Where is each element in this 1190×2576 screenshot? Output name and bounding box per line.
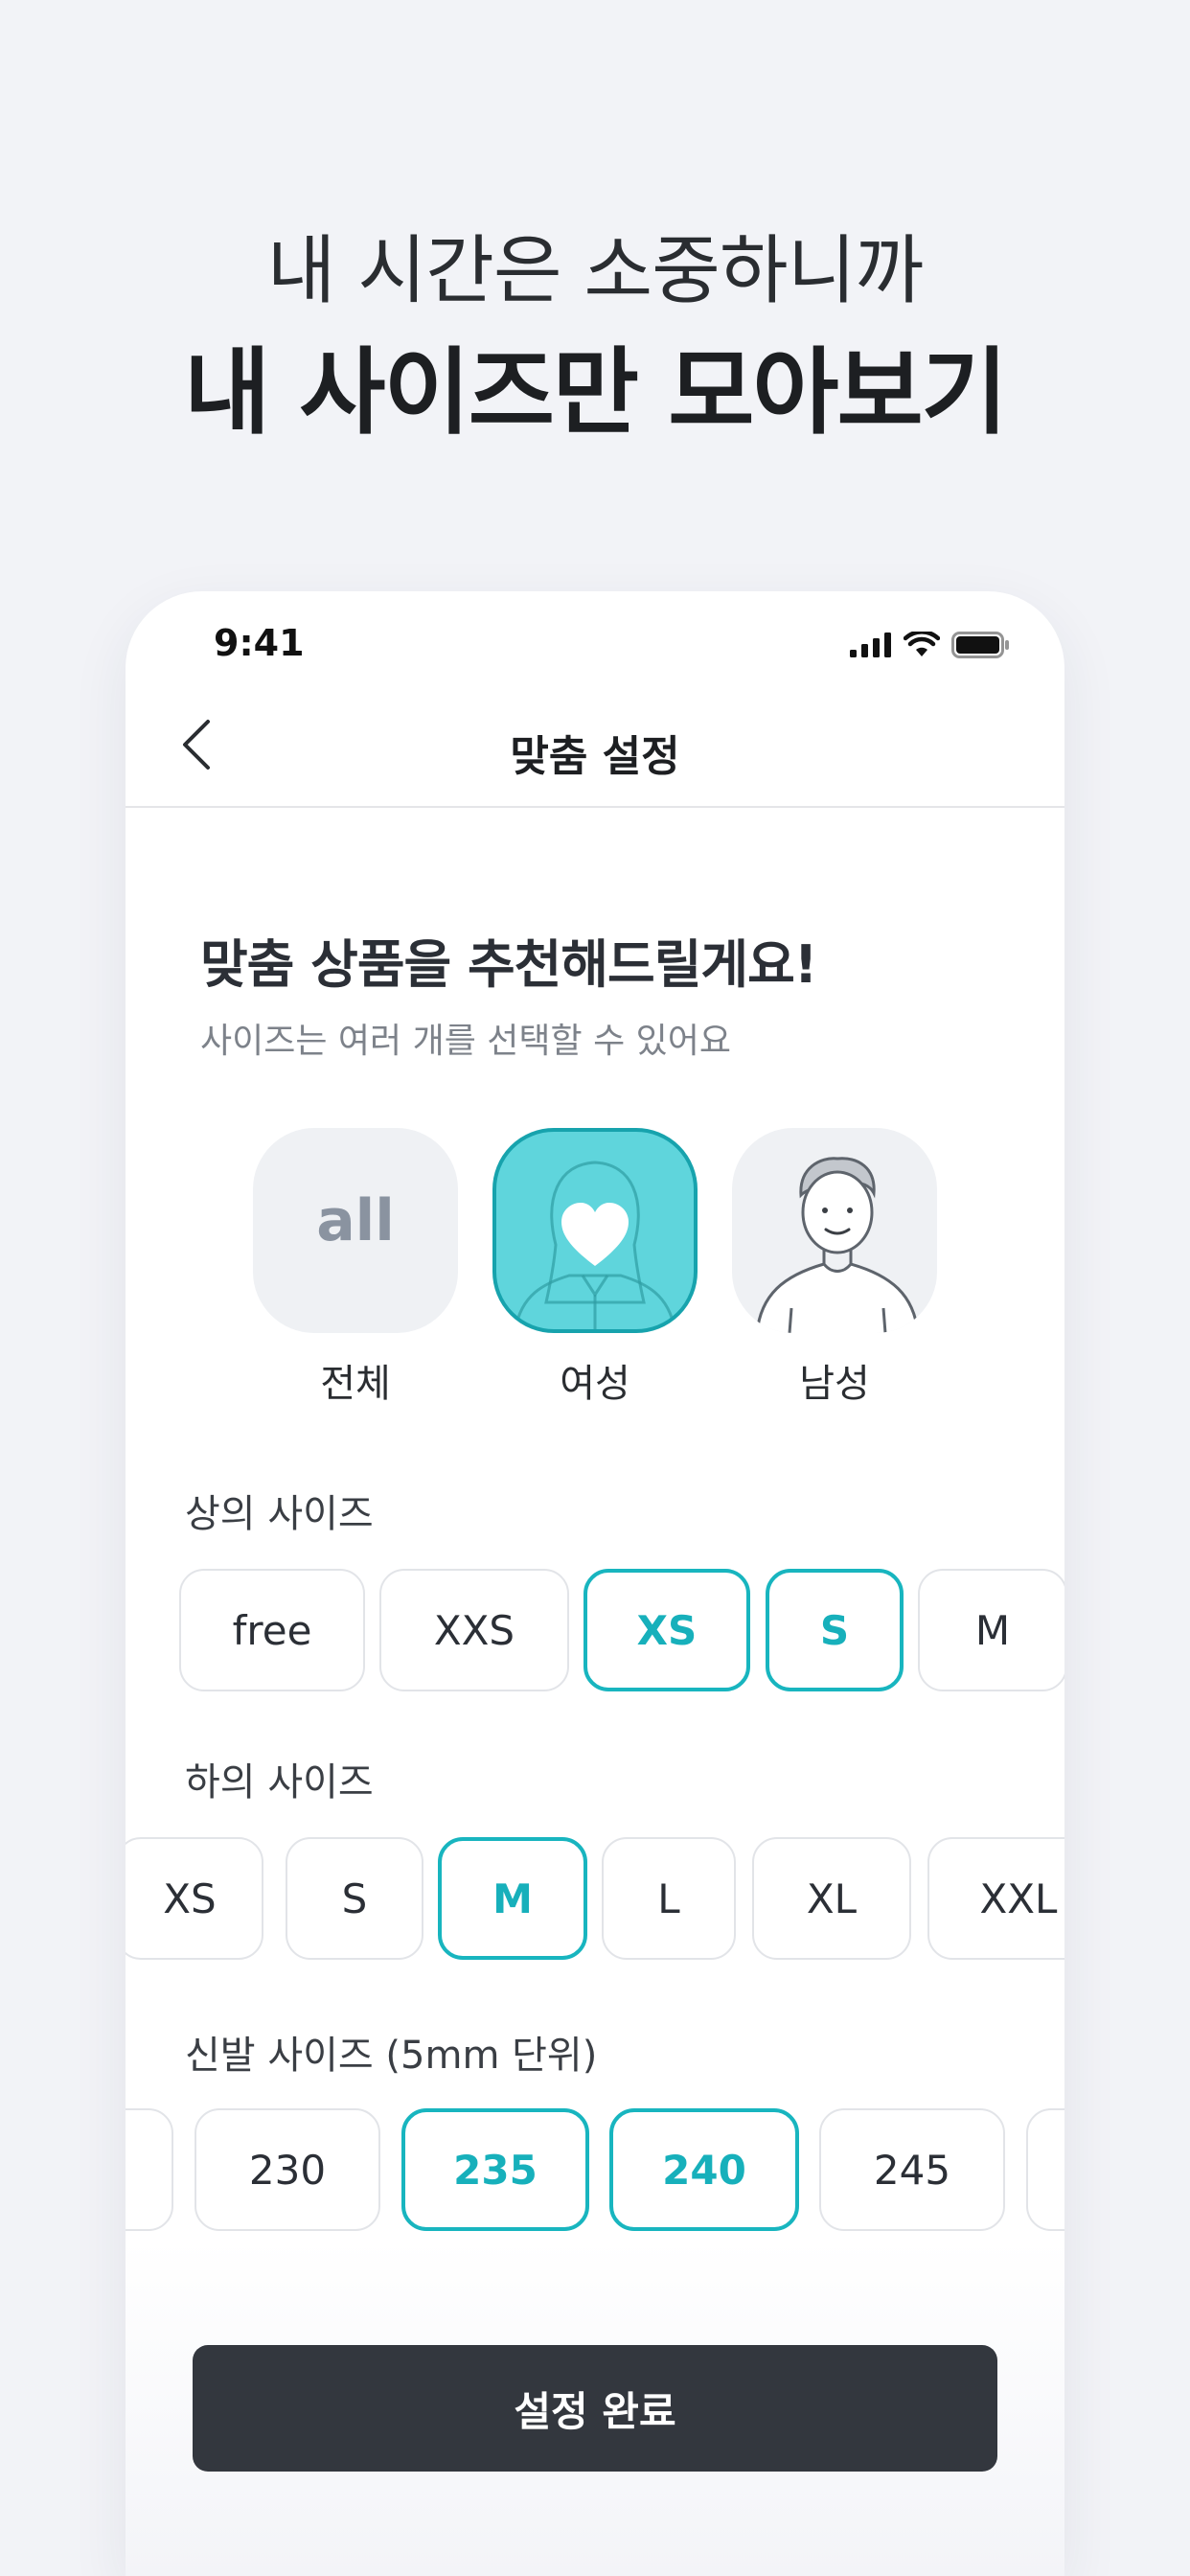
shoe-size-chip-230[interactable]: 230 [195,2108,380,2231]
bottom-size-chip-xxl[interactable]: XXL [927,1837,1064,1960]
shoe-size-chip-partial-right[interactable] [1026,2108,1064,2231]
bottom-size-chip-s[interactable]: S [286,1837,423,1960]
top-size-chip-free[interactable]: free [179,1569,365,1691]
battery-icon [951,632,1009,658]
gender-tile-all: all [253,1128,458,1333]
shoe-size-label: 신발 사이즈 (5mm 단위) [185,2034,598,2078]
intro-subtitle: 사이즈는 여러 개를 선택할 수 있어요 [200,1022,732,1061]
promo-headline-bold: 내 사이즈만 모아보기 [184,338,1008,448]
bottom-size-chip-l[interactable]: L [602,1837,736,1960]
gender-label-all: 전체 [320,1362,391,1406]
status-icons [850,632,1011,658]
gender-label-male: 남성 [799,1362,870,1406]
top-size-chip-xs[interactable]: XS [584,1569,750,1691]
shoe-size-chip-partial[interactable] [126,2108,173,2231]
all-icon: all [316,1187,395,1254]
signal-icon [850,632,891,657]
gender-tile-female [492,1128,698,1333]
gender-tile-male [732,1128,937,1333]
bottom-size-chip-xs[interactable]: XS [126,1837,263,1960]
intro-title: 맞춤 상품을 추천해드릴게요! [200,934,817,995]
top-size-chip-xxs[interactable]: XXS [379,1569,569,1691]
done-button[interactable]: 설정 완료 [193,2345,997,2472]
promo-headline: 내 시간은 소중하니까 [266,228,924,314]
nav-bar: 맞춤 설정 [126,687,1064,808]
gender-label-female: 여성 [560,1362,630,1406]
top-size-chip-s[interactable]: S [766,1569,904,1691]
shoe-size-chip-245[interactable]: 245 [819,2108,1005,2231]
female-avatar-icon [514,1161,676,1329]
heart-icon [561,1203,629,1266]
top-size-label: 상의 사이즈 [185,1492,374,1536]
page-title: 맞춤 설정 [510,732,680,781]
bottom-size-label: 하의 사이즈 [185,1760,374,1805]
bottom-size-chip-m[interactable]: M [438,1837,587,1960]
male-avatar-icon [755,1157,920,1333]
gender-option-male[interactable]: 남성 [732,1128,937,1408]
status-time: 9:41 [214,622,305,664]
gender-option-female[interactable]: 여성 [492,1128,698,1408]
wifi-icon [904,632,940,656]
bottom-size-chip-xl[interactable]: XL [752,1837,911,1960]
phone-screen: 9:41 맞춤 설정 맞춤 상품을 추천해드릴게요! 사이즈는 여러 개를 선택… [126,591,1064,2576]
shoe-size-chip-240[interactable]: 240 [609,2108,799,2231]
gender-option-all[interactable]: all 전체 [253,1128,458,1408]
top-size-chip-m[interactable]: M [918,1569,1064,1691]
shoe-size-chip-235[interactable]: 235 [401,2108,589,2231]
